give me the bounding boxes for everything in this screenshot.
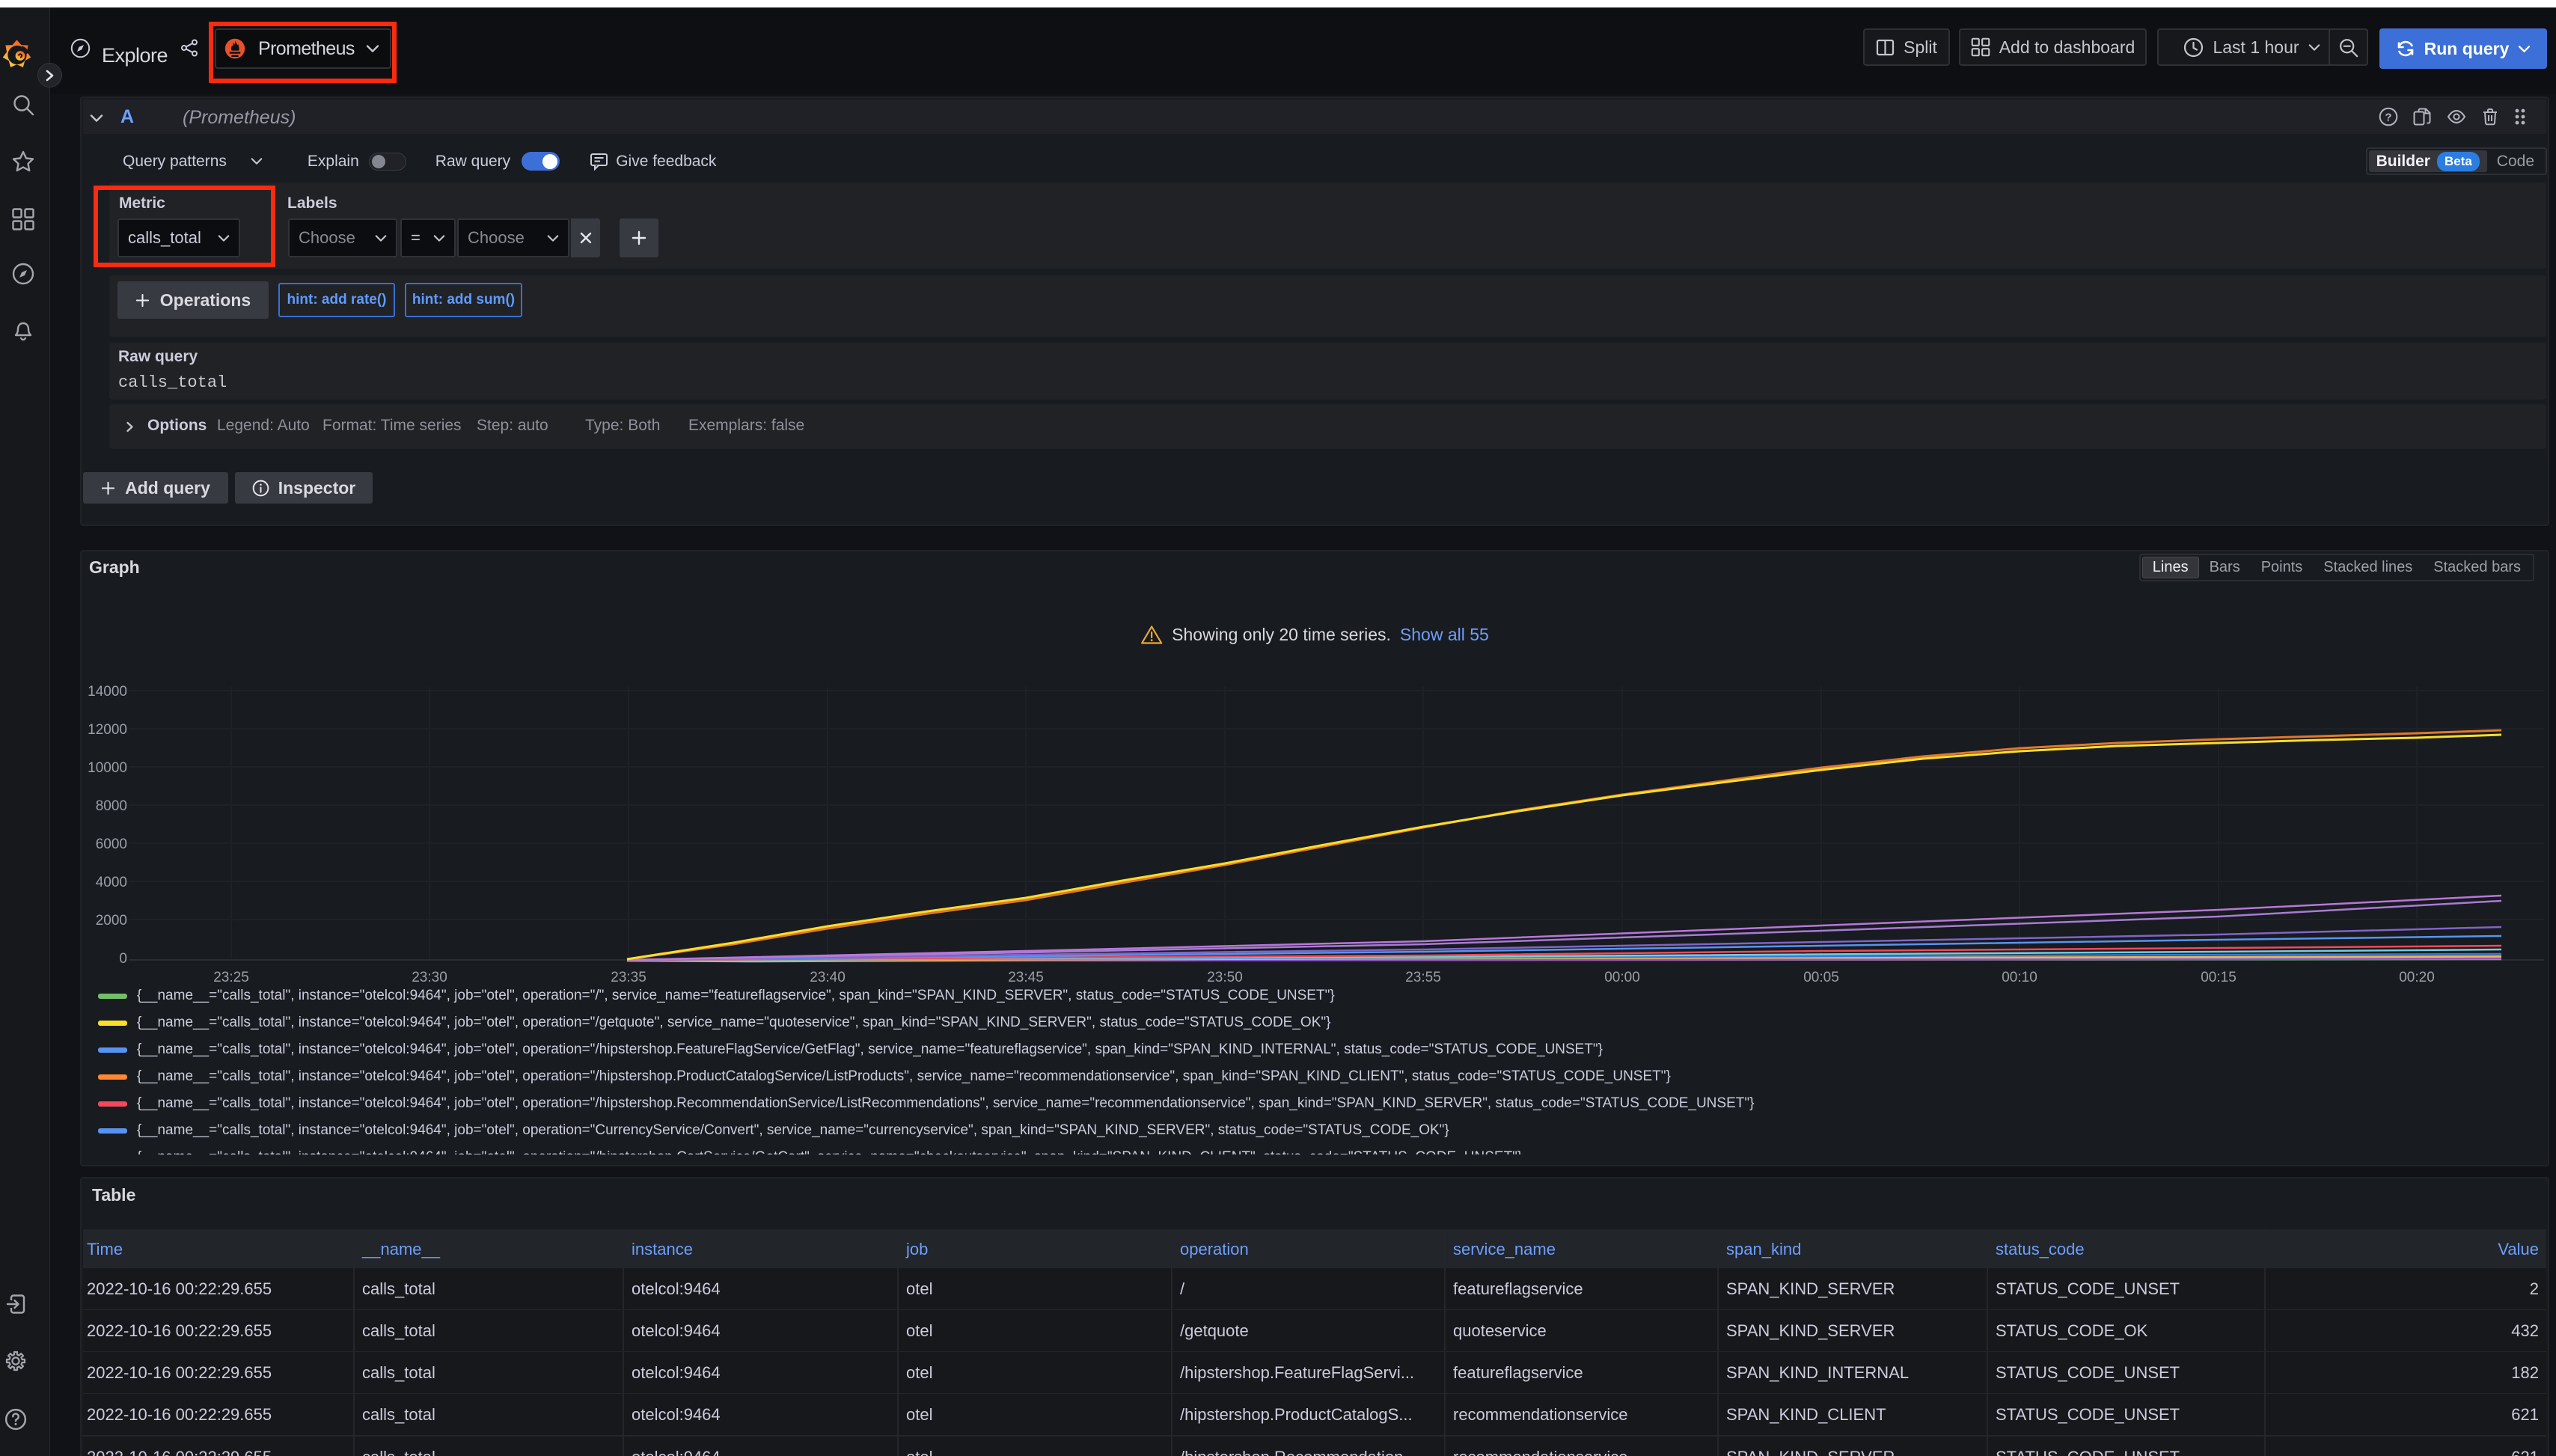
- svg-text:10000: 10000: [88, 760, 127, 776]
- svg-text:12000: 12000: [88, 722, 127, 738]
- svg-text:00:15: 00:15: [2201, 970, 2236, 985]
- svg-text:00:20: 00:20: [2399, 970, 2435, 985]
- svg-text:00:10: 00:10: [2002, 970, 2037, 985]
- svg-text:8000: 8000: [96, 798, 127, 814]
- svg-text:4000: 4000: [96, 875, 127, 890]
- svg-text:00:05: 00:05: [1803, 970, 1839, 985]
- svg-text:14000: 14000: [88, 684, 127, 700]
- svg-text:2000: 2000: [96, 913, 127, 929]
- svg-text:6000: 6000: [96, 836, 127, 852]
- svg-text:0: 0: [119, 951, 127, 967]
- svg-text:?: ?: [2385, 111, 2391, 124]
